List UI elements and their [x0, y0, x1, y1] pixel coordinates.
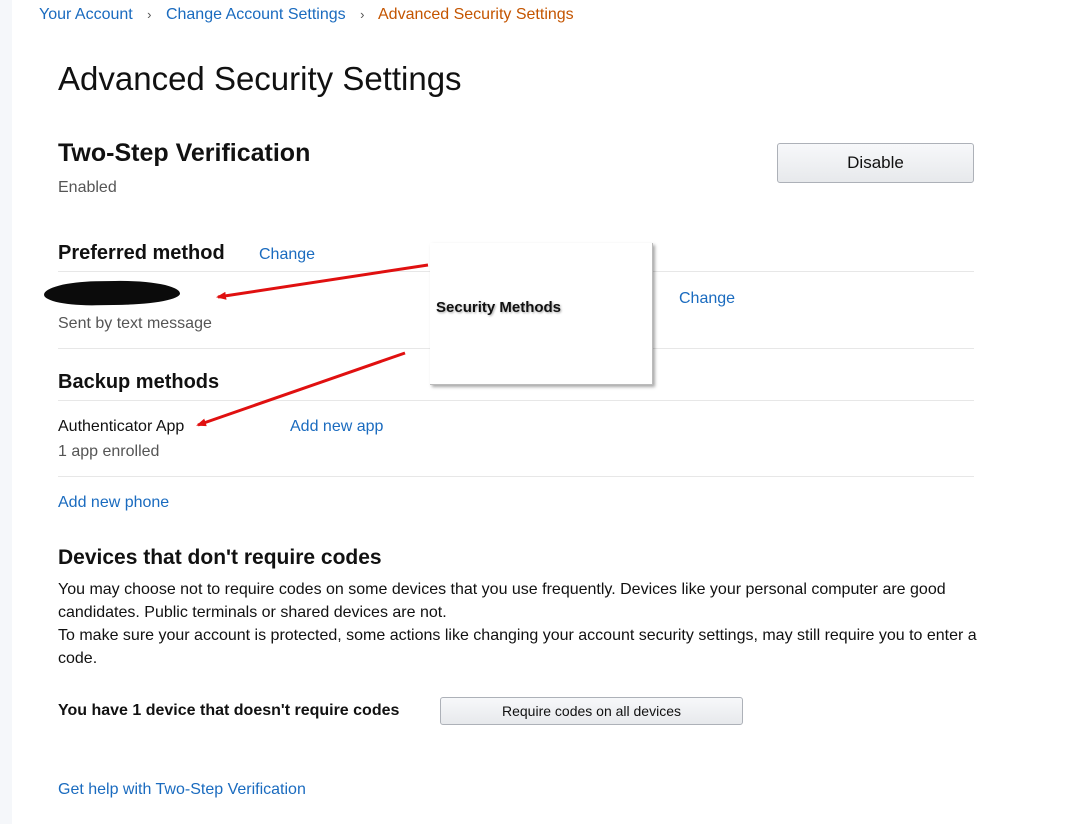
add-new-app-link[interactable]: Add new app [290, 418, 383, 436]
device-count-text: You have 1 device that doesn't require c… [58, 702, 400, 719]
breadcrumb-your-account[interactable]: Your Account [39, 6, 133, 23]
preferred-method-change-link[interactable]: Change [259, 246, 315, 264]
arrow-to-preferred-method [216, 263, 429, 300]
preferred-method-detail: Sent by text message [58, 315, 212, 332]
disable-button[interactable]: Disable [777, 143, 974, 183]
devices-paragraph-2: To make sure your account is protected, … [58, 627, 977, 667]
redacted-phone-number [43, 279, 181, 307]
devices-paragraph-1: You may choose not to require codes on s… [58, 581, 946, 621]
two-step-heading: Two-Step Verification [58, 139, 311, 167]
breadcrumb-change-account-settings[interactable]: Change Account Settings [166, 6, 346, 23]
backup-methods-heading: Backup methods [58, 371, 220, 393]
page-title: Advanced Security Settings [58, 60, 462, 97]
devices-description: You may choose not to require codes on s… [58, 578, 988, 670]
help-link[interactable]: Get help with Two-Step Verification [58, 781, 306, 799]
divider [58, 400, 974, 401]
breadcrumb-separator: › [147, 7, 152, 22]
devices-heading: Devices that don't require codes [58, 546, 382, 569]
left-edge-strip [0, 0, 12, 824]
preferred-method-heading: Preferred method [58, 242, 225, 264]
add-new-phone-link[interactable]: Add new phone [58, 494, 169, 512]
require-codes-button[interactable]: Require codes on all devices [440, 697, 743, 725]
divider [58, 476, 974, 477]
callout-label: Security Methods [436, 299, 562, 316]
authenticator-app-label: Authenticator App [58, 418, 185, 435]
breadcrumb-current: Advanced Security Settings [378, 6, 574, 23]
breadcrumb-separator: › [360, 7, 365, 22]
preferred-row-change-link[interactable]: Change [679, 290, 735, 308]
breadcrumb: Your Account › Change Account Settings ›… [39, 6, 574, 24]
two-step-status: Enabled [58, 179, 117, 196]
arrow-to-authenticator-app [196, 351, 406, 427]
security-methods-callout: Security Methods [430, 243, 653, 385]
app-enrolled-count: 1 app enrolled [58, 443, 160, 460]
